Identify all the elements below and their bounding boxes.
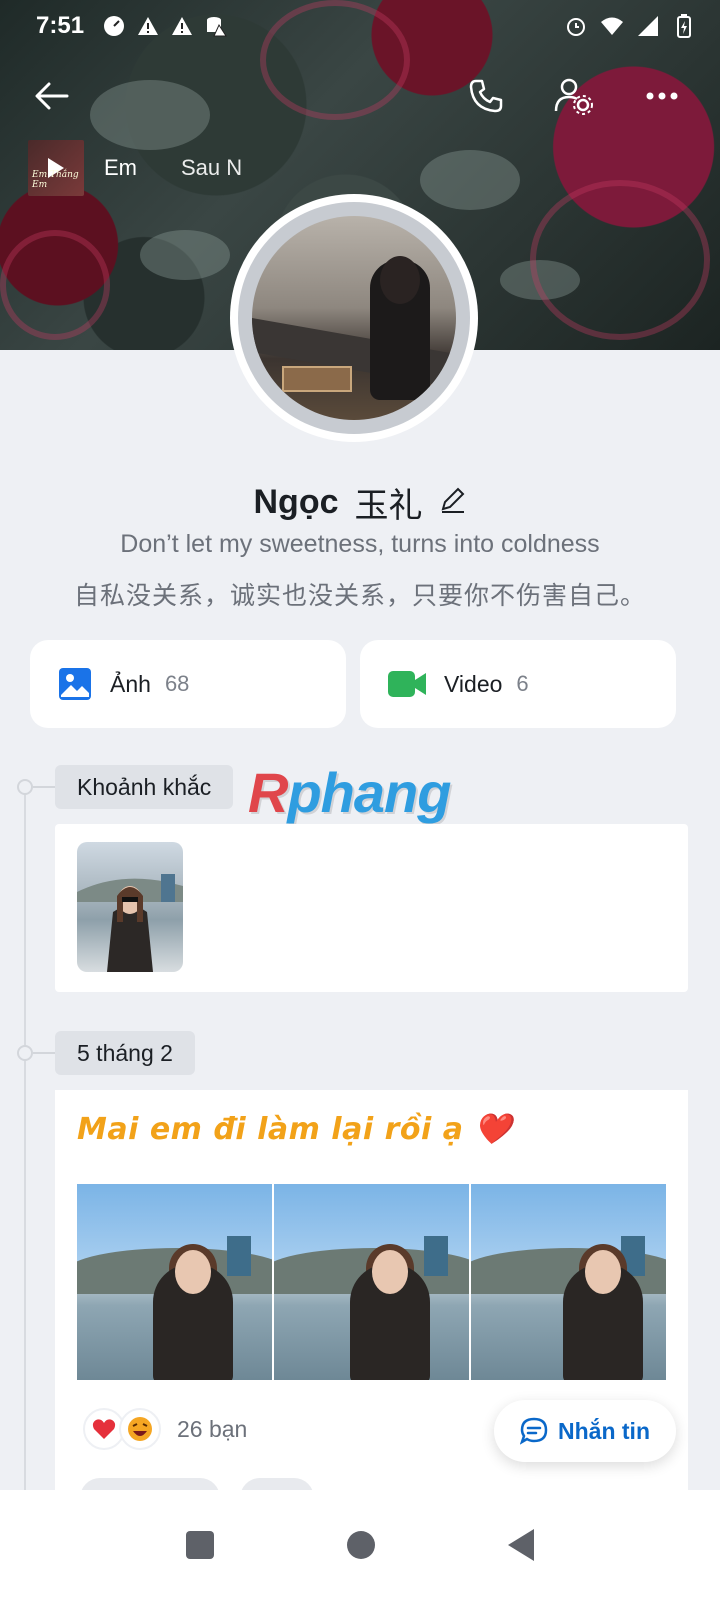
photo-icon bbox=[59, 668, 91, 700]
home-button[interactable] bbox=[346, 1531, 375, 1559]
message-button-label: Nhắn tin bbox=[558, 1417, 650, 1444]
speedometer-icon bbox=[102, 14, 126, 38]
avatar-photo bbox=[252, 216, 456, 420]
system-back-button[interactable] bbox=[507, 1529, 534, 1561]
post-text: Mai em đi làm lại rồi ạ ❤️ bbox=[77, 1112, 513, 1147]
moments-card bbox=[55, 824, 688, 992]
profile-music[interactable]: Em Thắng Em Em Sau N bbox=[28, 140, 242, 196]
system-icons bbox=[564, 14, 696, 38]
chat-icon bbox=[520, 1417, 548, 1445]
timeline-line bbox=[24, 786, 26, 1506]
profile-name-text: Ngọc bbox=[253, 483, 339, 521]
watermark-logo: Rphang bbox=[248, 761, 451, 824]
post-photo-grid bbox=[77, 1184, 666, 1380]
warning-icon bbox=[170, 14, 194, 38]
user-settings-icon bbox=[554, 78, 593, 115]
bio-line-2: 自私没关系，诚实也没关系，只要你不伤害自己。 bbox=[73, 581, 646, 610]
date-chip: 5 tháng 2 bbox=[55, 1031, 195, 1075]
laugh-icon bbox=[119, 1408, 161, 1450]
music-thumbnail[interactable]: Em Thắng Em bbox=[28, 140, 84, 196]
notification-icons bbox=[102, 14, 228, 38]
warning-icon bbox=[136, 14, 160, 38]
post-photo[interactable] bbox=[471, 1184, 666, 1380]
top-nav bbox=[0, 64, 720, 128]
reactions-summary[interactable]: 26 bạn bbox=[83, 1408, 247, 1450]
videos-label: Video bbox=[444, 670, 503, 697]
call-button[interactable] bbox=[454, 64, 518, 128]
profile-name: Ngọc 玉礼 bbox=[0, 478, 720, 527]
back-arrow-icon bbox=[35, 82, 69, 110]
moment-thumbnail[interactable] bbox=[77, 842, 183, 972]
timeline-dot bbox=[17, 779, 33, 795]
more-icon bbox=[646, 92, 678, 100]
reaction-count: 26 bạn bbox=[177, 1415, 248, 1442]
alarm-icon bbox=[564, 14, 588, 38]
profile-settings-button[interactable] bbox=[542, 64, 606, 128]
battery-icon bbox=[672, 14, 696, 38]
signal-icon bbox=[636, 14, 660, 38]
post-photo[interactable] bbox=[274, 1184, 469, 1380]
edit-icon bbox=[441, 487, 464, 513]
moments-chip: Khoảnh khắc bbox=[55, 765, 234, 809]
message-button[interactable]: Nhắn tin bbox=[494, 1400, 676, 1462]
recents-button[interactable] bbox=[186, 1531, 215, 1559]
profile-name-cjk: 玉礼 bbox=[354, 486, 423, 526]
status-bar: 7:51 bbox=[0, 0, 720, 52]
phone-icon bbox=[469, 79, 503, 113]
wifi-icon bbox=[600, 14, 624, 38]
videos-count: 6 bbox=[516, 671, 529, 696]
photos-button[interactable]: Ảnh 68 bbox=[30, 640, 346, 728]
music-info: Em Sau N bbox=[104, 155, 242, 181]
more-button[interactable] bbox=[630, 64, 694, 128]
system-nav-bar bbox=[0, 1490, 720, 1600]
storage-warning-icon bbox=[204, 14, 228, 38]
status-time: 7:51 bbox=[36, 12, 85, 39]
post-photo[interactable] bbox=[77, 1184, 272, 1380]
back-button[interactable] bbox=[20, 64, 84, 128]
music-title: Em bbox=[104, 155, 137, 180]
photos-label: Ảnh bbox=[110, 670, 151, 697]
edit-name-button[interactable] bbox=[439, 483, 467, 522]
avatar[interactable] bbox=[230, 194, 478, 442]
music-thumb-caption: Em Thắng Em bbox=[32, 170, 79, 190]
videos-button[interactable]: Video 6 bbox=[360, 640, 676, 728]
music-artist: Sau N bbox=[181, 155, 243, 180]
profile-screen: 7:51 Em Thắng Em Em Sau N Ngọc 玉礼 Don’t … bbox=[0, 0, 720, 1600]
video-icon bbox=[388, 671, 426, 697]
bio-line-1: Don’t let my sweetness, turns into coldn… bbox=[120, 530, 600, 558]
timeline-dot bbox=[17, 1045, 33, 1061]
photos-count: 68 bbox=[164, 671, 190, 696]
